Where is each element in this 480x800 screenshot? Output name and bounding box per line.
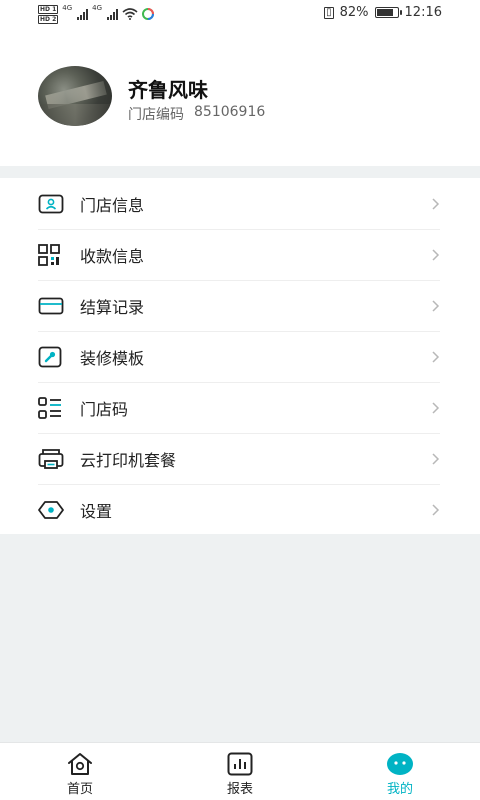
status-bar: HD 1 HD 2 4G 4G ▯ 82% 12:16 (0, 0, 480, 28)
menu-item-label: 设置 (80, 502, 113, 521)
chevron-right-icon (432, 452, 440, 465)
signal-icon-2 (107, 8, 119, 20)
menu-item-label: 收款信息 (80, 246, 145, 266)
app-notification-icon (142, 8, 155, 20)
card-icon (38, 295, 66, 317)
battery-icon (374, 7, 402, 18)
nav-home[interactable]: 首页 (40, 743, 120, 800)
nav-mine-label: 我的 (386, 782, 413, 797)
signal-icon (77, 8, 89, 20)
hd-tag-1: HD 1 (38, 4, 59, 14)
chevron-right-icon (432, 504, 440, 516)
chevron-right-icon (432, 197, 440, 210)
nav-report[interactable]: 报表 (200, 743, 280, 800)
report-icon (226, 752, 254, 776)
nav-report-label: 报表 (226, 782, 253, 797)
profile-icon (386, 752, 414, 776)
store-code-icon (38, 396, 66, 419)
menu-list: 门店信息 收款信息 结算记录 装修模板 门店码 云打印机套餐 设置 (0, 178, 480, 534)
menu-item-decoration-template[interactable]: 装修模板 (38, 331, 440, 383)
store-code-value: 85106916 (194, 104, 266, 120)
menu-item-settings[interactable]: 设置 (38, 484, 440, 536)
network-label-1: 4G (62, 4, 73, 12)
menu-item-label: 门店码 (80, 399, 129, 419)
store-name: 齐鲁风味 (128, 78, 208, 102)
printer-icon (38, 448, 66, 470)
wifi-icon (122, 8, 138, 20)
chevron-right-icon (432, 401, 440, 414)
bottom-nav: 首页 报表 我的 (0, 742, 480, 800)
store-code: 门店编码 85106916 (128, 104, 265, 124)
status-right: ▯ 82% 12:16 (324, 5, 442, 20)
menu-item-label: 结算记录 (80, 297, 145, 317)
menu-item-label: 门店信息 (80, 195, 145, 215)
menu-item-label: 云打印机套餐 (80, 450, 177, 470)
chevron-right-icon (432, 299, 440, 312)
store-info-icon (38, 193, 66, 215)
store-code-label: 门店编码 (128, 107, 184, 123)
settings-icon (38, 499, 66, 521)
chevron-right-icon (432, 248, 440, 261)
menu-item-settlement-records[interactable]: 结算记录 (38, 280, 440, 332)
qr-code-icon (38, 243, 66, 266)
nav-home-label: 首页 (66, 782, 93, 797)
nav-mine[interactable]: 我的 (360, 743, 440, 800)
profile-card[interactable]: 齐鲁风味 门店编码 85106916 (38, 66, 458, 130)
menu-item-label: 装修模板 (80, 348, 145, 368)
wrench-icon (38, 346, 66, 368)
status-left: HD 1 HD 2 4G 4G (38, 4, 155, 24)
menu-item-payment-info[interactable]: 收款信息 (38, 229, 440, 281)
clock: 12:16 (404, 5, 442, 20)
header-panel: HD 1 HD 2 4G 4G ▯ 82% 12:16 齐鲁风味 门店编码 85… (0, 0, 480, 166)
network-label-2: 4G (92, 4, 103, 12)
battery-percent: 82% (339, 5, 369, 20)
menu-item-store-info[interactable]: 门店信息 (38, 178, 440, 230)
hd-indicator: HD 1 HD 2 (38, 4, 59, 24)
avatar[interactable] (38, 66, 112, 126)
hd-tag-2: HD 2 (38, 14, 59, 24)
chevron-right-icon (432, 350, 440, 363)
menu-item-store-code[interactable]: 门店码 (38, 382, 440, 434)
vibrate-icon: ▯ (324, 6, 334, 19)
home-icon (66, 752, 94, 776)
menu-item-cloud-printer[interactable]: 云打印机套餐 (38, 433, 440, 485)
